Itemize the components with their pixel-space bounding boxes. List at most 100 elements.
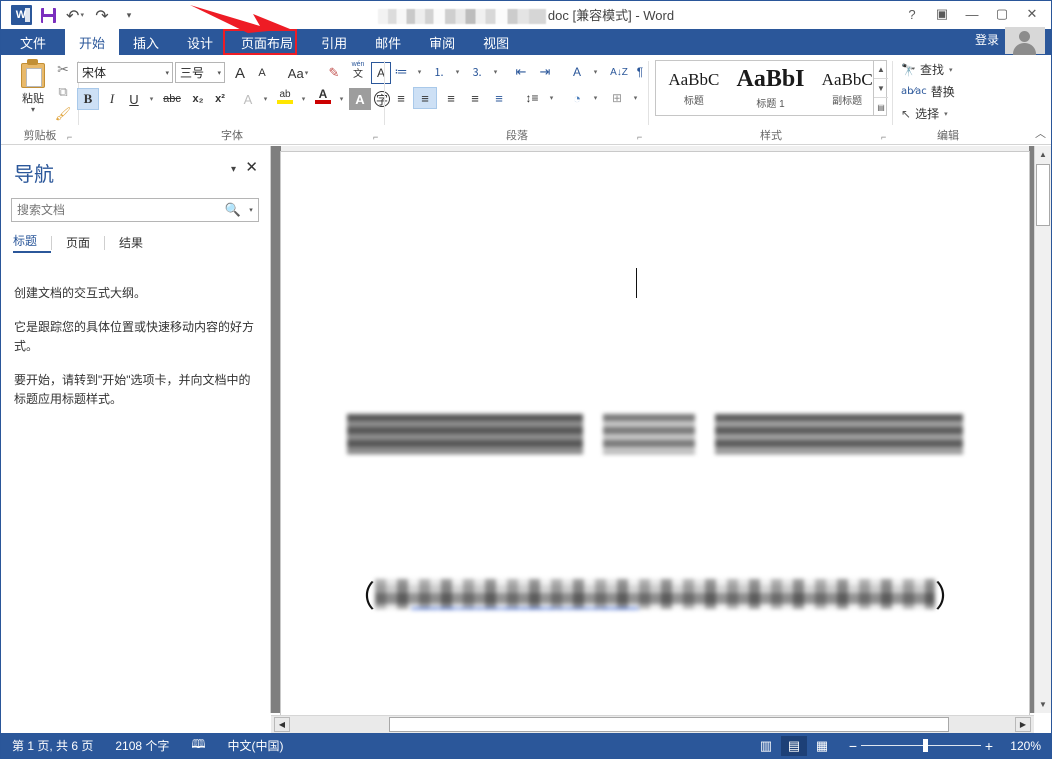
- font-color-icon[interactable]: A: [311, 85, 335, 107]
- proofing-errors-icon[interactable]: 🕮: [180, 735, 216, 756]
- document-heading[interactable]: [281, 414, 1029, 454]
- collapse-ribbon-button[interactable]: ︿: [1035, 125, 1046, 141]
- underline-dropdown-caret[interactable]: ▾: [145, 88, 157, 110]
- minimize-button[interactable]: —: [957, 3, 987, 25]
- copy-icon[interactable]: ⧉: [49, 81, 77, 103]
- document-subtitle[interactable]: （）: [281, 572, 1029, 616]
- borders-button[interactable]: ⊞: [605, 87, 629, 109]
- customize-qat-icon[interactable]: ▾: [116, 4, 142, 26]
- document-page[interactable]: （）: [281, 152, 1029, 758]
- tab-design[interactable]: 设计: [173, 29, 227, 55]
- bullets-caret[interactable]: ▾: [413, 61, 425, 83]
- nav-tab-results[interactable]: 结果: [105, 234, 157, 251]
- horizontal-scrollbar[interactable]: ◀ ▶: [271, 715, 1034, 733]
- decrease-indent-button[interactable]: ⇤: [509, 61, 533, 83]
- page-indicator[interactable]: 第 1 页, 共 6 页: [1, 737, 104, 754]
- asian-layout-caret[interactable]: ▾: [589, 61, 601, 83]
- navigation-pane-close-icon[interactable]: ✕: [245, 158, 258, 176]
- shrink-font-button[interactable]: A: [251, 62, 273, 84]
- tab-insert[interactable]: 插入: [119, 29, 173, 55]
- italic-button[interactable]: I: [101, 88, 123, 110]
- search-options-caret[interactable]: ▾: [244, 206, 258, 214]
- vertical-scrollbar-thumb[interactable]: [1036, 164, 1050, 226]
- cut-icon[interactable]: ✂: [49, 59, 77, 81]
- styles-scroll-up-button[interactable]: ▲: [874, 60, 888, 79]
- print-layout-button[interactable]: ▤: [781, 735, 807, 756]
- paragraph-dialog-launcher[interactable]: ⌐: [637, 132, 647, 142]
- zoom-slider[interactable]: − +: [845, 738, 997, 754]
- zoom-track[interactable]: [861, 739, 981, 752]
- styles-dialog-launcher[interactable]: ⌐: [881, 132, 891, 142]
- borders-caret[interactable]: ▾: [629, 87, 641, 109]
- close-button[interactable]: ✕: [1017, 3, 1047, 25]
- vertical-scrollbar[interactable]: ▲ ▼: [1034, 146, 1051, 713]
- clear-formatting-icon[interactable]: ✎: [322, 62, 346, 84]
- font-size-combo[interactable]: 三号 ▾: [175, 62, 225, 83]
- language-indicator[interactable]: 中文(中国): [217, 737, 295, 754]
- save-icon[interactable]: [35, 4, 61, 26]
- styles-scroll-down-button[interactable]: ▼: [874, 79, 888, 98]
- align-right-button[interactable]: ≡: [439, 87, 463, 109]
- tab-view[interactable]: 视图: [469, 29, 523, 55]
- scroll-down-button[interactable]: ▼: [1035, 696, 1051, 713]
- change-case-button[interactable]: Aa ▾: [281, 62, 315, 84]
- font-dialog-launcher[interactable]: ⌐: [373, 132, 383, 142]
- tab-page-layout[interactable]: 页面布局: [227, 29, 307, 55]
- zoom-in-button[interactable]: +: [981, 738, 997, 754]
- text-effects-icon[interactable]: A: [237, 88, 259, 110]
- word-count[interactable]: 2108 个字: [104, 737, 180, 754]
- zoom-thumb[interactable]: [923, 739, 928, 752]
- scroll-right-button[interactable]: ▶: [1015, 717, 1031, 732]
- style-item-title[interactable]: AaBbC 标题: [656, 61, 733, 115]
- scroll-left-button[interactable]: ◀: [274, 717, 290, 732]
- tab-mailings[interactable]: 邮件: [361, 29, 415, 55]
- ribbon-display-options-button[interactable]: ▣: [927, 3, 957, 25]
- line-spacing-caret[interactable]: ▾: [545, 87, 557, 109]
- nav-tab-headings[interactable]: 标题: [13, 232, 52, 253]
- superscript-button[interactable]: x²: [209, 88, 231, 110]
- style-item-heading1[interactable]: AaBbI 标题 1: [733, 61, 810, 115]
- search-input[interactable]: [12, 202, 222, 218]
- font-color-caret[interactable]: ▾: [335, 88, 347, 110]
- shading-button[interactable]: ◔: [565, 87, 589, 109]
- select-caret[interactable]: ▾: [944, 110, 948, 118]
- numbering-caret[interactable]: ▾: [451, 61, 463, 83]
- tab-file[interactable]: 文件: [1, 29, 65, 55]
- tab-review[interactable]: 审阅: [415, 29, 469, 55]
- scroll-up-button[interactable]: ▲: [1035, 146, 1051, 163]
- numbering-button[interactable]: ⒈: [427, 61, 451, 83]
- text-highlight-icon[interactable]: ab: [273, 85, 297, 107]
- maximize-button[interactable]: ▢: [987, 3, 1017, 25]
- bullets-button[interactable]: ≔: [389, 61, 413, 83]
- horizontal-scrollbar-thumb[interactable]: [389, 717, 949, 732]
- sign-in-link[interactable]: 登录: [975, 31, 999, 48]
- multilevel-caret[interactable]: ▾: [489, 61, 501, 83]
- tab-home[interactable]: 开始: [65, 29, 120, 55]
- redo-icon[interactable]: ↷: [89, 4, 115, 26]
- phonetic-guide-icon[interactable]: wén 文: [345, 59, 371, 81]
- avatar[interactable]: [1005, 27, 1045, 55]
- navigation-pane-menu-caret[interactable]: ▾: [231, 164, 236, 175]
- sort-button[interactable]: A↓Z: [607, 61, 631, 83]
- text-effects-caret[interactable]: ▾: [259, 88, 271, 110]
- font-family-combo[interactable]: 宋体 ▾: [77, 62, 173, 83]
- read-mode-button[interactable]: ▥: [753, 736, 779, 756]
- asian-layout-button[interactable]: A: [565, 61, 589, 83]
- web-layout-button[interactable]: ▦: [809, 736, 835, 756]
- show-formatting-marks-button[interactable]: ¶: [631, 61, 649, 83]
- help-button[interactable]: ?: [897, 3, 927, 25]
- replace-button[interactable]: ab⁄ac 替换: [901, 83, 955, 100]
- find-caret[interactable]: ▾: [949, 66, 953, 74]
- styles-more-button[interactable]: ▤: [874, 98, 888, 116]
- underline-button[interactable]: U: [123, 88, 145, 110]
- distribute-button[interactable]: ≡: [487, 87, 511, 109]
- clipboard-dialog-launcher[interactable]: ⌐: [67, 132, 77, 142]
- nav-tab-pages[interactable]: 页面: [52, 234, 104, 251]
- zoom-out-button[interactable]: −: [845, 738, 861, 754]
- highlight-caret[interactable]: ▾: [297, 88, 309, 110]
- find-button[interactable]: 🔭 查找 ▾: [901, 61, 952, 78]
- bold-button[interactable]: B: [77, 88, 99, 110]
- multilevel-list-button[interactable]: ⒊: [465, 61, 489, 83]
- search-icon[interactable]: 🔍: [222, 203, 244, 218]
- shading-caret[interactable]: ▾: [589, 87, 601, 109]
